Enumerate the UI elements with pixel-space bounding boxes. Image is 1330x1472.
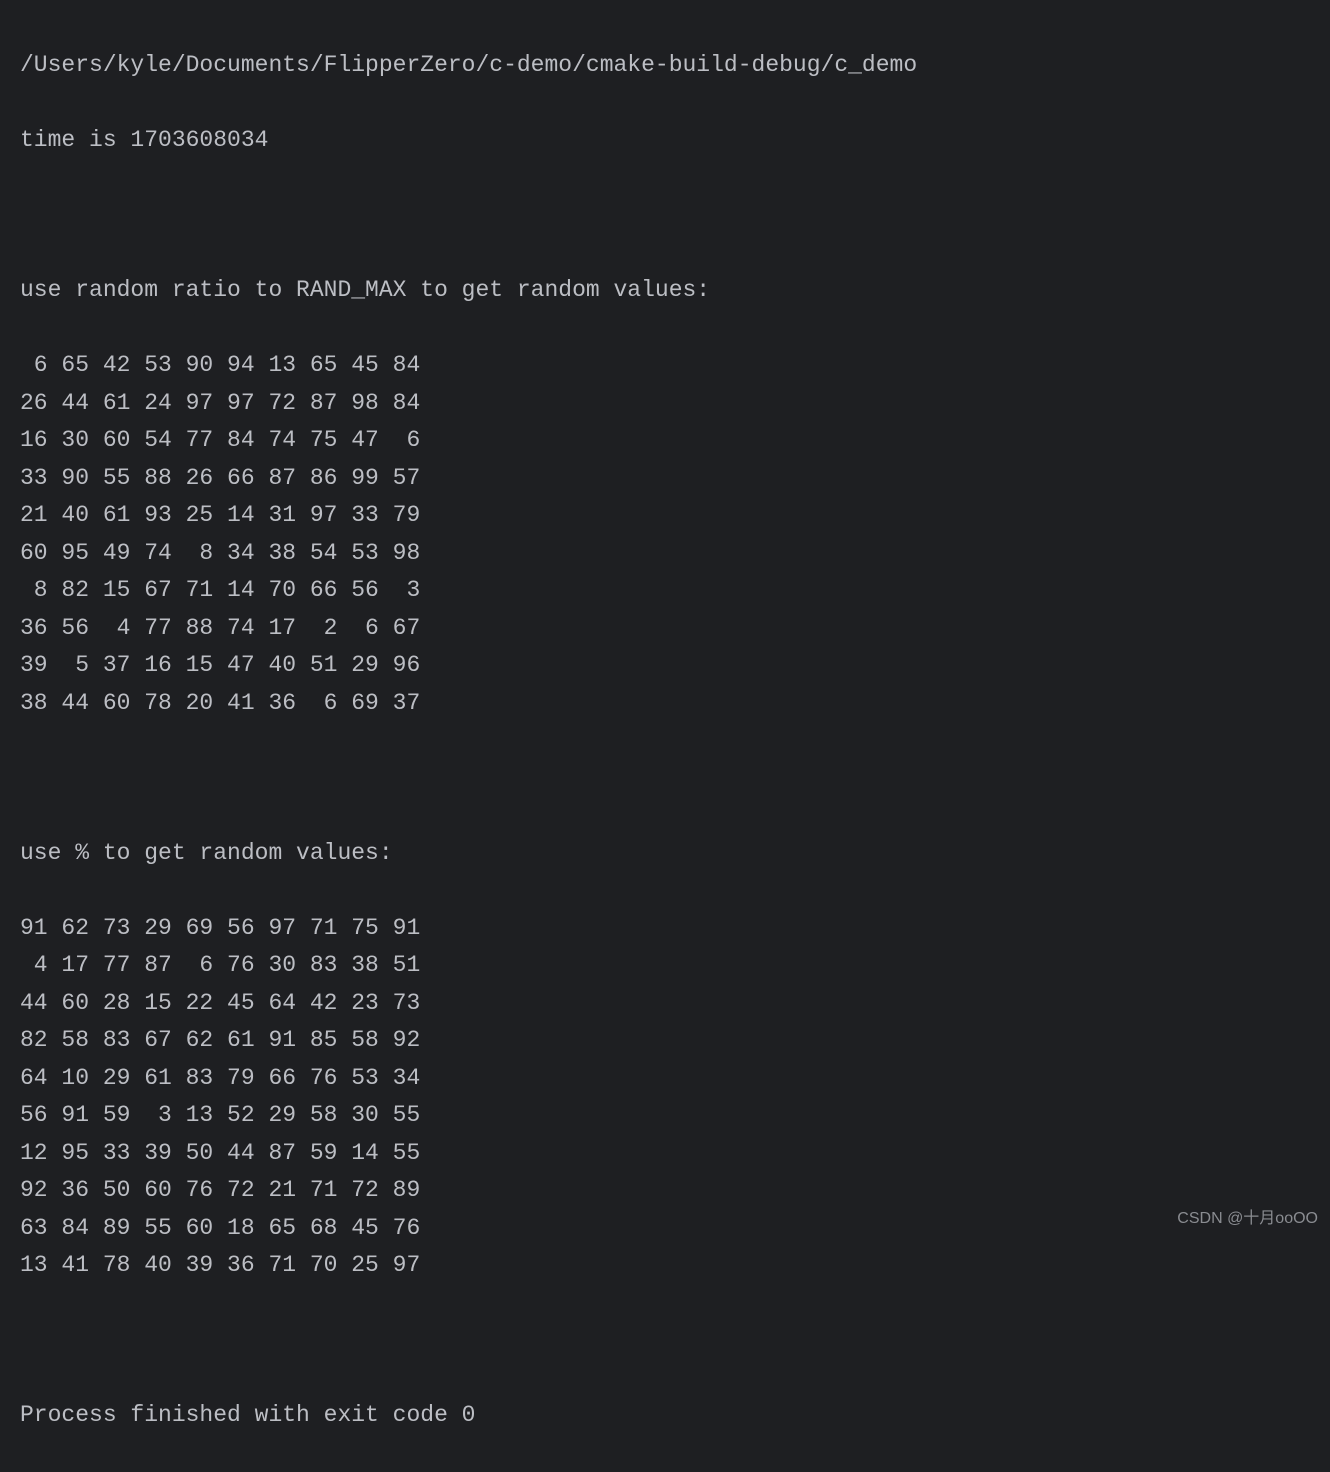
- number-row: 63 84 89 55 60 18 65 68 45 76: [20, 1210, 1310, 1247]
- blank-line: [20, 197, 1310, 234]
- terminal-output: /Users/kyle/Documents/FlipperZero/c-demo…: [20, 10, 1310, 1472]
- exit-message: Process finished with exit code 0: [20, 1397, 1310, 1434]
- number-row: 26 44 61 24 97 97 72 87 98 84: [20, 385, 1310, 422]
- section1-grid: 6 65 42 53 90 94 13 65 45 8426 44 61 24 …: [20, 347, 1310, 722]
- number-row: 39 5 37 16 15 47 40 51 29 96: [20, 647, 1310, 684]
- executable-path: /Users/kyle/Documents/FlipperZero/c-demo…: [20, 47, 1310, 84]
- number-row: 44 60 28 15 22 45 64 42 23 73: [20, 985, 1310, 1022]
- number-row: 4 17 77 87 6 76 30 83 38 51: [20, 947, 1310, 984]
- number-row: 82 58 83 67 62 61 91 85 58 92: [20, 1022, 1310, 1059]
- number-row: 21 40 61 93 25 14 31 97 33 79: [20, 497, 1310, 534]
- section1-header: use random ratio to RAND_MAX to get rand…: [20, 272, 1310, 309]
- blank-line: [20, 1322, 1310, 1359]
- blank-line: [20, 760, 1310, 797]
- number-row: 6 65 42 53 90 94 13 65 45 84: [20, 347, 1310, 384]
- number-row: 91 62 73 29 69 56 97 71 75 91: [20, 910, 1310, 947]
- number-row: 56 91 59 3 13 52 29 58 30 55: [20, 1097, 1310, 1134]
- number-row: 92 36 50 60 76 72 21 71 72 89: [20, 1172, 1310, 1209]
- number-row: 16 30 60 54 77 84 74 75 47 6: [20, 422, 1310, 459]
- number-row: 8 82 15 67 71 14 70 66 56 3: [20, 572, 1310, 609]
- number-row: 12 95 33 39 50 44 87 59 14 55: [20, 1135, 1310, 1172]
- number-row: 60 95 49 74 8 34 38 54 53 98: [20, 535, 1310, 572]
- number-row: 38 44 60 78 20 41 36 6 69 37: [20, 685, 1310, 722]
- number-row: 13 41 78 40 39 36 71 70 25 97: [20, 1247, 1310, 1284]
- watermark: CSDN @十月ooOO: [1177, 1206, 1318, 1232]
- time-line: time is 1703608034: [20, 122, 1310, 159]
- number-row: 36 56 4 77 88 74 17 2 6 67: [20, 610, 1310, 647]
- number-row: 64 10 29 61 83 79 66 76 53 34: [20, 1060, 1310, 1097]
- section2-header: use % to get random values:: [20, 835, 1310, 872]
- section2-grid: 91 62 73 29 69 56 97 71 75 91 4 17 77 87…: [20, 910, 1310, 1285]
- number-row: 33 90 55 88 26 66 87 86 99 57: [20, 460, 1310, 497]
